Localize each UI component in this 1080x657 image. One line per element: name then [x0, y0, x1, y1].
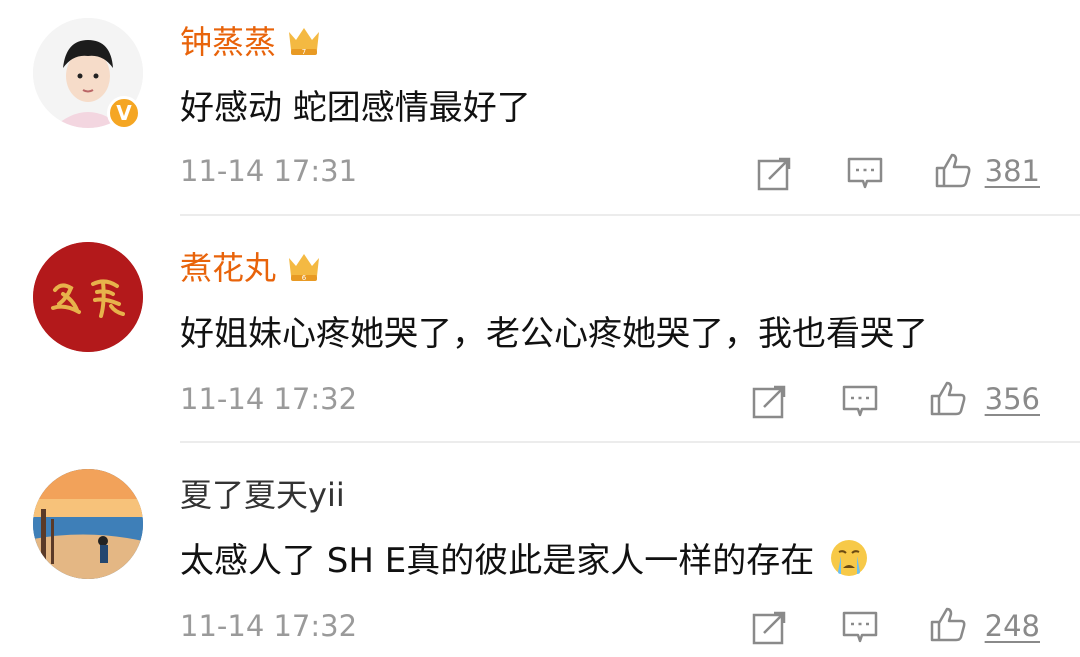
repost-icon[interactable]	[750, 381, 790, 421]
like-count[interactable]: 248	[985, 609, 1040, 643]
username[interactable]: 煮花丸	[180, 243, 276, 289]
timestamp: 11-14 17:32	[180, 382, 358, 416]
crown-icon: 6	[289, 254, 320, 282]
comment-icon[interactable]	[845, 153, 885, 193]
crown-icon: 7	[289, 28, 320, 56]
comment-item: 煮花丸 6 好姐妹心疼她哭了，老公心疼她哭了，我也看哭了 11-14 17:32…	[0, 216, 1080, 442]
red-seal-calligraphy-icon	[33, 242, 143, 352]
like-count[interactable]: 356	[985, 382, 1040, 416]
comment-text: 好姐妹心疼她哭了，老公心疼她哭了，我也看哭了	[180, 314, 928, 354]
svg-text:7: 7	[302, 48, 306, 56]
comment-text-body: 太感人了 SH E真的彼此是家人一样的存在	[180, 541, 815, 581]
repost-icon[interactable]	[750, 607, 790, 647]
thumbs-up-icon[interactable]	[933, 150, 973, 190]
timestamp: 11-14 17:32	[180, 609, 358, 643]
comment-text: 好感动 蛇团感情最好了	[180, 88, 531, 128]
crying-face-emoji-icon	[831, 540, 868, 576]
comment-icon[interactable]	[840, 607, 880, 647]
like-count[interactable]: 381	[985, 154, 1040, 188]
username[interactable]: 夏了夏天yii	[180, 470, 345, 516]
avatar[interactable]	[33, 469, 143, 579]
comment-item: V 钟蒸蒸 7 好感动 蛇团感情最好了 11-14 17:31 381	[0, 0, 1080, 215]
comment-icon[interactable]	[840, 381, 880, 421]
verified-badge: V	[107, 96, 141, 130]
username[interactable]: 钟蒸蒸	[180, 17, 276, 63]
thumbs-up-icon[interactable]	[928, 378, 968, 418]
repost-icon[interactable]	[755, 153, 795, 193]
svg-text:6: 6	[302, 274, 307, 282]
thumbs-up-icon[interactable]	[928, 604, 968, 644]
avatar[interactable]	[33, 242, 143, 352]
comment-text: 太感人了 SH E真的彼此是家人一样的存在	[180, 533, 869, 582]
comment-item: 夏了夏天yii 太感人了 SH E真的彼此是家人一样的存在 11-14 17:3…	[0, 443, 1080, 657]
timestamp: 11-14 17:31	[180, 154, 358, 188]
sunset-beach-painting-icon	[33, 469, 143, 579]
